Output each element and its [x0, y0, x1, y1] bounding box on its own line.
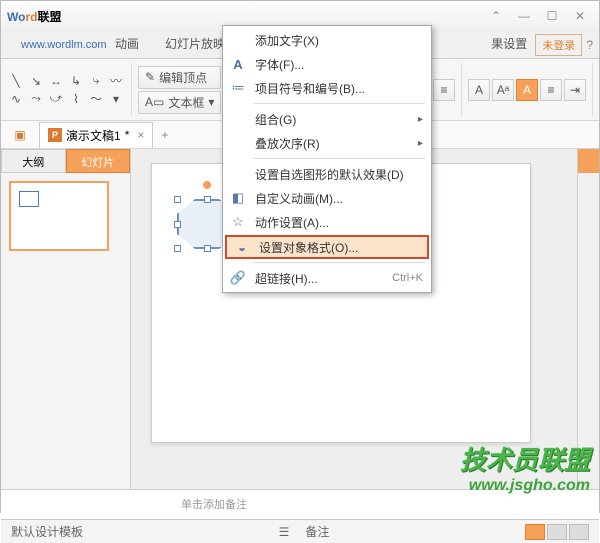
window-controls: ⌃ — ☐ ✕ — [483, 6, 593, 26]
elbow-arrow-icon[interactable]: ⤷ — [87, 73, 105, 89]
format-group: A Aᵃ A ≡ ⇥ — [468, 63, 593, 116]
menu-font[interactable]: A 字体(F)... — [223, 52, 431, 76]
tab-slideshow[interactable]: 幻灯片放映 — [161, 31, 229, 58]
normal-view-button[interactable] — [525, 524, 545, 540]
login-link[interactable]: 未登录 — [535, 34, 582, 56]
blank-icon — [229, 31, 247, 49]
hyperlink-icon: 🔗 — [229, 269, 247, 287]
blank-icon — [229, 110, 247, 128]
highlight-icon[interactable]: A — [516, 79, 538, 101]
action-icon: ☆ — [229, 213, 247, 231]
close-tab-icon[interactable]: × — [137, 128, 144, 142]
menu-separator — [253, 103, 425, 104]
connector2-icon[interactable]: ⤻ — [47, 91, 65, 107]
menu-hyperlink[interactable]: 🔗 超链接(H)... Ctrl+K — [223, 266, 431, 290]
align-icon[interactable]: ≡ — [540, 79, 562, 101]
format-icon: ◒ — [233, 238, 251, 256]
tab-animation[interactable]: 动画 — [111, 31, 143, 58]
tab-outline[interactable]: 大纲 — [1, 149, 66, 173]
submenu-arrow-icon: ▸ — [418, 114, 423, 125]
slide-number: 1 — [0, 183, 1, 194]
watermark: 技术员联盟 www.jsgho.com — [460, 440, 590, 495]
elbow-icon[interactable]: ↳ — [67, 73, 85, 89]
freeform-icon[interactable]: ⌇ — [67, 91, 85, 107]
double-arrow-icon[interactable]: ↔ — [47, 73, 65, 89]
watermark-url: www.wordlm.com — [21, 39, 107, 51]
menu-bullets[interactable]: ≔ 项目符号和编号(B)... — [223, 76, 431, 100]
new-tab-icon[interactable]: + — [161, 128, 168, 142]
dropdown-icon: ▾ — [208, 95, 214, 109]
reading-view-button[interactable] — [569, 524, 589, 540]
superscript-icon[interactable]: Aᵃ — [492, 79, 514, 101]
arrow-icon[interactable]: ↘ — [27, 73, 45, 89]
doc-tab-presentation1[interactable]: P 演示文稿1 * × — [39, 122, 153, 148]
menu-separator — [253, 158, 425, 159]
line-icon[interactable]: ╲ — [7, 73, 25, 89]
thumb-shape — [19, 191, 39, 207]
menu-default-effect[interactable]: 设置自选图形的默认效果(D) — [223, 162, 431, 186]
tab-effect-settings[interactable]: 果设置 — [487, 31, 531, 58]
slide-thumbnail-1[interactable] — [9, 181, 109, 251]
watermark-url: www.jsgho.com — [460, 477, 590, 495]
menu-action-settings[interactable]: ☆ 动作设置(A)... — [223, 210, 431, 234]
font-icon: A — [229, 55, 247, 73]
view-switcher — [525, 524, 589, 540]
menu-format-object[interactable]: ◒ 设置对象格式(O)... — [225, 235, 429, 259]
submenu-arrow-icon: ▸ — [418, 138, 423, 149]
more-lines-icon[interactable]: ▾ — [107, 91, 125, 107]
blank-icon — [229, 165, 247, 183]
logo-text: Word联盟 — [7, 8, 61, 25]
bullets-icon: ≔ — [229, 79, 247, 97]
menu-separator — [253, 262, 425, 263]
edit-vertex-button[interactable]: ✎编辑顶点 — [138, 66, 221, 89]
menu-shortcut: Ctrl+K — [392, 272, 423, 284]
rotate-handle[interactable] — [203, 181, 211, 189]
resize-handle[interactable] — [174, 245, 181, 252]
thumbnails: 1 — [1, 173, 130, 259]
notes-toggle-icon[interactable]: ☰ — [279, 525, 290, 539]
menu-add-text[interactable]: 添加文字(X) — [223, 28, 431, 52]
curve-icon[interactable]: 〰 — [107, 73, 125, 89]
resize-handle[interactable] — [204, 245, 211, 252]
resize-handle[interactable] — [174, 196, 181, 203]
lines-gallery[interactable]: ╲ ↘ ↔ ↳ ⤷ 〰 ∿ ⤳ ⤻ ⌇ 〜 ▾ — [7, 63, 132, 116]
close-button[interactable]: ✕ — [567, 6, 593, 26]
text-color-icon[interactable]: A — [468, 79, 490, 101]
doc-modified-indicator: * — [125, 128, 130, 142]
resize-handle[interactable] — [174, 221, 181, 228]
menu-group[interactable]: 组合(G) ▸ — [223, 107, 431, 131]
help-icon[interactable]: ? — [586, 38, 593, 52]
status-template: 默认设计模板 — [11, 523, 83, 540]
textbox-icon: A▭ — [145, 95, 164, 109]
presentation-icon: P — [48, 128, 62, 142]
home-icon[interactable]: ▣ — [9, 124, 31, 146]
menu-custom-animation[interactable]: ◧ 自定义动画(M)... — [223, 186, 431, 210]
resize-handle[interactable] — [204, 196, 211, 203]
maximize-button[interactable]: ☐ — [539, 6, 565, 26]
pencil-icon: ✎ — [145, 70, 155, 84]
status-bar: 默认设计模板 ☰ 备注 — [1, 519, 599, 543]
animation-icon: ◧ — [229, 189, 247, 207]
sorter-view-button[interactable] — [547, 524, 567, 540]
sidebar-toggle[interactable] — [578, 149, 599, 173]
list-icon[interactable]: ≡ — [433, 79, 455, 101]
ribbon-toggle-icon[interactable]: ⌃ — [483, 6, 509, 26]
app-logo: Word联盟 — [7, 8, 61, 25]
edit-group: ✎编辑顶点 A▭文本框▾ — [138, 63, 228, 116]
scribble-icon[interactable]: 〜 — [87, 91, 105, 107]
watermark-text: 技术员联盟 — [460, 440, 590, 477]
context-menu: 添加文字(X) A 字体(F)... ≔ 项目符号和编号(B)... 组合(G)… — [222, 25, 432, 293]
status-notes[interactable]: 备注 — [305, 523, 329, 540]
curve2-icon[interactable]: ∿ — [7, 91, 25, 107]
connector-icon[interactable]: ⤳ — [27, 91, 45, 107]
side-panel: 大纲 幻灯片 1 — [1, 149, 131, 489]
tab-slides[interactable]: 幻灯片 — [66, 149, 131, 173]
blank-icon — [229, 134, 247, 152]
doc-tab-label: 演示文稿1 — [66, 127, 121, 144]
menu-order[interactable]: 叠放次序(R) ▸ — [223, 131, 431, 155]
indent-icon[interactable]: ⇥ — [564, 79, 586, 101]
textbox-button[interactable]: A▭文本框▾ — [138, 91, 221, 114]
right-sidebar — [577, 149, 599, 489]
minimize-button[interactable]: — — [511, 6, 537, 26]
